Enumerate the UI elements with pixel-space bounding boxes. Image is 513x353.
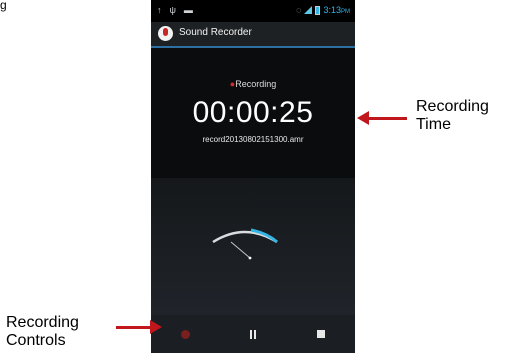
recording-time-annotation: Recording Time <box>416 98 489 134</box>
level-meter-gauge <box>212 228 279 260</box>
pause-icon <box>250 329 256 339</box>
notification-icons: ↑ ψ ▬ <box>157 5 193 15</box>
page-top-fragment: g <box>0 0 7 12</box>
recording-controls-arrow-line <box>116 326 152 329</box>
message-icon: ▬ <box>183 5 193 15</box>
recording-state-label: Recording <box>235 79 277 89</box>
phone-screen: ↑ ψ ▬ ◌ 3:13PM Sound Recorder ●Recording… <box>151 0 355 353</box>
upload-icon: ↑ <box>157 5 162 15</box>
recording-display: ●Recording 00:00:25 record20130802151300… <box>151 48 355 178</box>
recording-filename: record20130802151300.amr <box>202 135 304 144</box>
recording-time-annotation-line1: Recording <box>416 98 489 115</box>
microphone-icon[interactable] <box>158 26 173 41</box>
recording-time-arrow-line <box>367 117 407 120</box>
status-clock: 3:13PM <box>323 5 350 15</box>
record-button[interactable] <box>167 321 203 347</box>
status-ampm: PM <box>341 9 350 15</box>
gauge-pivot-icon <box>248 256 252 260</box>
recording-controls-arrowhead-icon <box>150 320 162 334</box>
signal-icon <box>304 6 313 14</box>
system-icons: ◌ 3:13PM <box>296 5 350 15</box>
recording-state: ●Recording <box>151 79 355 89</box>
battery-icon <box>315 5 321 15</box>
app-title: Sound Recorder <box>179 27 252 38</box>
status-bar: ↑ ψ ▬ ◌ 3:13PM <box>151 0 355 22</box>
stop-button[interactable] <box>303 321 339 347</box>
usb-icon: ψ <box>169 5 176 15</box>
level-meter-area <box>151 178 355 315</box>
recording-controls-annotation-line1: Recording <box>6 314 79 331</box>
recording-controls-annotation-line2: Controls <box>6 332 66 349</box>
recording-controls-bar <box>151 315 355 353</box>
action-bar: Sound Recorder <box>151 22 355 48</box>
alarm-icon: ◌ <box>296 5 302 15</box>
recording-timer: 00:00:25 <box>192 96 314 129</box>
stop-icon <box>317 330 325 338</box>
gauge-needle-icon <box>230 241 251 259</box>
status-time: 3:13 <box>323 5 341 15</box>
recording-time-annotation-line2: Time <box>416 116 451 133</box>
pause-button[interactable] <box>235 321 271 347</box>
record-icon <box>180 329 190 339</box>
recording-controls-annotation: Recording Controls <box>6 314 79 350</box>
